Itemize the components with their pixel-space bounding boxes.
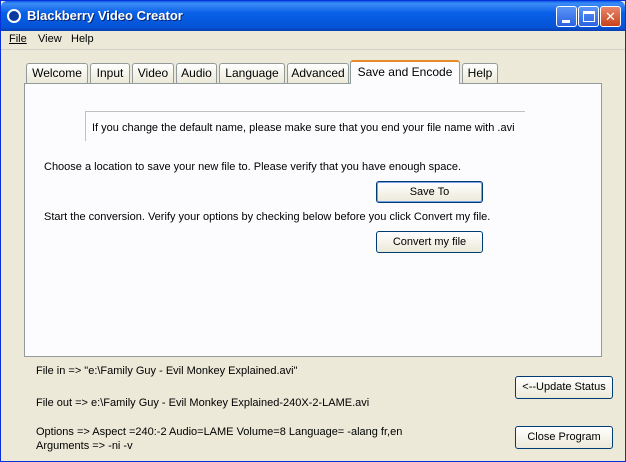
convert-my-file-button[interactable]: Convert my file [376,231,483,253]
update-status-button[interactable]: <--Update Status [515,376,613,399]
maximize-button[interactable] [578,6,599,27]
tab-welcome[interactable]: Welcome [26,63,88,83]
minimize-icon [562,20,570,23]
close-button[interactable]: ✕ [600,6,621,27]
close-program-button[interactable]: Close Program [515,426,613,449]
minimize-button[interactable] [556,6,577,27]
tab-language[interactable]: Language [219,63,285,83]
tab-advanced[interactable]: Advanced [287,63,349,83]
window-title: Blackberry Video Creator [27,8,183,23]
tab-help[interactable]: Help [462,63,498,83]
menu-view[interactable]: View [38,33,62,45]
tab-audio[interactable]: Audio [176,63,217,83]
menu-file[interactable]: File [9,33,27,45]
choose-location-text: Choose a location to save your new file … [44,161,462,173]
app-window: Blackberry Video Creator ✕ File View Hel… [0,0,626,462]
info-text: If you change the default name, please m… [92,122,515,134]
maximize-icon [583,11,595,22]
file-out-status: File out => e:\Family Guy - Evil Monkey … [36,397,370,409]
tab-input[interactable]: Input [90,63,130,83]
save-to-button[interactable]: Save To [376,181,483,203]
save-encode-panel: If you change the default name, please m… [24,83,602,357]
app-icon[interactable] [7,9,21,23]
info-box: If you change the default name, please m… [85,111,525,141]
options-status: Options => Aspect =240:-2 Audio=LAME Vol… [36,426,403,438]
close-icon: ✕ [605,9,616,24]
menu-file-label: File [9,33,27,45]
menu-divider [1,49,625,50]
start-conversion-text: Start the conversion. Verify your option… [44,211,491,223]
file-in-status: File in => "e:\Family Guy - Evil Monkey … [36,365,298,377]
tab-save-and-encode[interactable]: Save and Encode [350,60,460,84]
tab-video[interactable]: Video [132,63,174,83]
menu-help[interactable]: Help [71,33,94,45]
arguments-status: Arguments => -ni -v [36,440,133,452]
menu-bar: File View Help [1,31,625,49]
title-bar[interactable]: Blackberry Video Creator ✕ [1,1,625,31]
